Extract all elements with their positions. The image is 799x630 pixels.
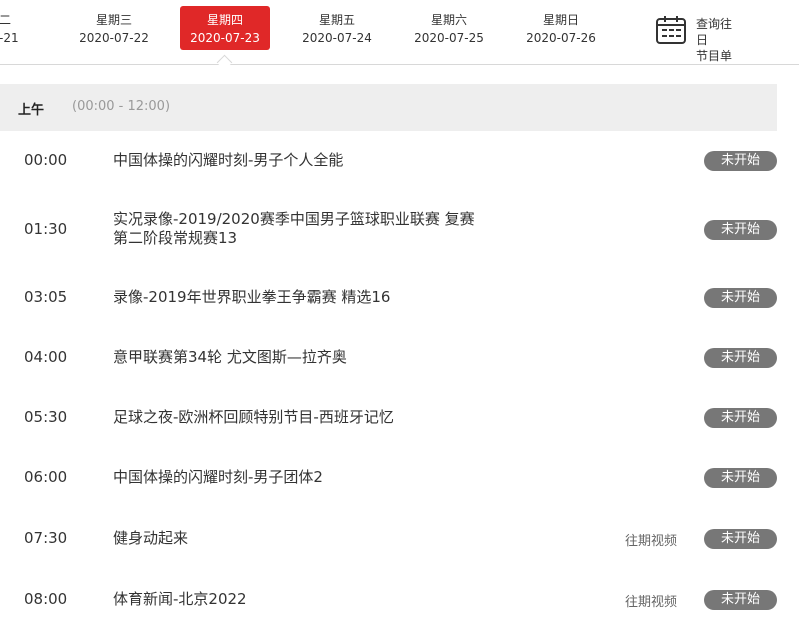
query-label-line1: 查询往日: [696, 17, 733, 47]
period-range: (00:00 - 12:00): [72, 99, 171, 114]
program-title[interactable]: 中国体操的闪耀时刻-男子个人全能: [113, 151, 533, 170]
date-tab-thu-active[interactable]: 星期四 2020-07-23: [180, 6, 270, 50]
status-badge: 未开始: [704, 529, 777, 549]
program-title-line: 健身动起来: [113, 529, 189, 547]
date-tab-wed[interactable]: 星期三 2020-07-22: [69, 6, 159, 50]
program-time: 07:30: [24, 529, 68, 547]
date-tab-weekday: 星期四: [206, 13, 243, 27]
past-videos-link[interactable]: 往期视频: [625, 530, 677, 549]
period-header: 上午 (00:00 - 12:00): [0, 84, 777, 131]
date-tab-weekday: 期二: [0, 13, 11, 27]
program-title-line: 足球之夜-欧洲杯回顾特别节目-西班牙记忆: [113, 408, 394, 426]
date-tab-date: 2020-07-24: [302, 31, 372, 45]
query-label: 查询往日 节目单: [696, 16, 736, 64]
date-tab-tue[interactable]: 期二 -07-21: [0, 6, 44, 50]
program-time: 08:00: [24, 590, 68, 608]
program-time: 00:00: [24, 151, 68, 169]
program-title-line: 体育新闻-北京2022: [113, 590, 247, 608]
date-tab-date: -07-21: [0, 31, 19, 45]
program-title-line: 录像-2019年世界职业拳王争霸赛 精选16: [113, 288, 391, 306]
status-badge: 未开始: [704, 348, 777, 368]
program-title[interactable]: 实况录像-2019/2020赛季中国男子篮球职业联赛 复赛 第二阶段常规赛13: [113, 210, 533, 248]
program-time: 03:05: [24, 288, 68, 306]
date-tab-date: 2020-07-25: [414, 31, 484, 45]
date-tab-sat[interactable]: 星期六 2020-07-25: [404, 6, 494, 50]
program-title[interactable]: 体育新闻-北京2022: [113, 590, 533, 609]
status-badge: 未开始: [704, 151, 777, 171]
past-videos-link[interactable]: 往期视频: [625, 591, 677, 610]
program-title[interactable]: 意甲联赛第34轮 尤文图斯—拉齐奥: [113, 348, 533, 367]
date-tab-date: 2020-07-23: [190, 31, 260, 45]
date-bar: 期二 -07-21 星期三 2020-07-22 星期四 2020-07-23 …: [0, 0, 799, 65]
period-name: 上午: [18, 103, 45, 118]
program-title-line: 中国体操的闪耀时刻-男子个人全能: [113, 151, 344, 169]
program-title-line: 意甲联赛第34轮 尤文图斯—拉齐奥: [113, 348, 347, 366]
status-badge: 未开始: [704, 220, 777, 240]
program-title[interactable]: 中国体操的闪耀时刻-男子团体2: [113, 468, 533, 487]
program-time: 05:30: [24, 408, 68, 426]
status-badge: 未开始: [704, 408, 777, 428]
calendar-icon: [656, 16, 686, 44]
date-tab-weekday: 星期三: [95, 13, 132, 27]
query-label-line2: 节目单: [696, 49, 733, 63]
query-past-schedule-button[interactable]: 查询往日 节目单: [655, 12, 795, 63]
date-tab-date: 2020-07-22: [79, 31, 149, 45]
program-time: 06:00: [24, 468, 68, 486]
program-title[interactable]: 足球之夜-欧洲杯回顾特别节目-西班牙记忆: [113, 408, 533, 427]
date-tab-sun[interactable]: 星期日 2020-07-26: [516, 6, 606, 50]
program-title-line: 第二阶段常规赛13: [113, 229, 238, 247]
date-tab-date: 2020-07-26: [526, 31, 596, 45]
program-title[interactable]: 录像-2019年世界职业拳王争霸赛 精选16: [113, 288, 533, 307]
program-title-line: 实况录像-2019/2020赛季中国男子篮球职业联赛 复赛: [113, 210, 475, 228]
program-title-line: 中国体操的闪耀时刻-男子团体2: [113, 468, 323, 486]
program-time: 01:30: [24, 220, 68, 238]
date-tab-weekday: 星期日: [542, 13, 579, 27]
status-badge: 未开始: [704, 590, 777, 610]
date-tab-weekday: 星期六: [430, 13, 467, 27]
date-tab-weekday: 星期五: [318, 13, 355, 27]
status-badge: 未开始: [704, 468, 777, 488]
program-title[interactable]: 健身动起来: [113, 529, 533, 548]
status-badge: 未开始: [704, 288, 777, 308]
date-tab-fri[interactable]: 星期五 2020-07-24: [292, 6, 382, 50]
program-time: 04:00: [24, 348, 68, 366]
